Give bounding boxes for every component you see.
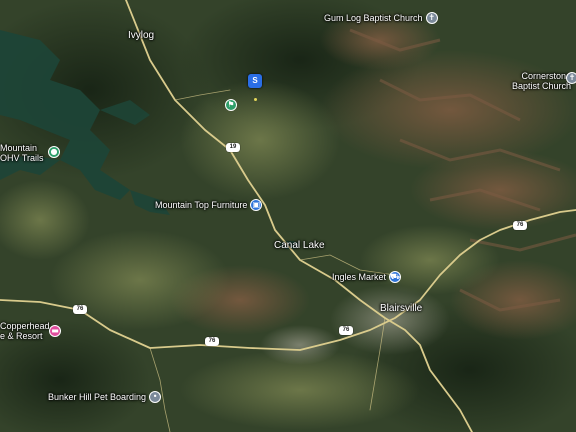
poi-label-line2: Baptist Church bbox=[512, 81, 572, 91]
place-label-ivylog[interactable]: Ivylog bbox=[128, 31, 154, 41]
park-icon[interactable]: ● bbox=[48, 146, 60, 158]
poi-label: Bunker Hill Pet Boarding bbox=[48, 392, 147, 402]
poi-label-mountain-ohv-trails[interactable]: Mountain OHV Trails bbox=[0, 143, 44, 163]
cross-icon[interactable]: ✝ bbox=[566, 72, 576, 84]
route-76-shield-mid: 76 bbox=[205, 337, 219, 346]
poi-label-line1: Mountain bbox=[0, 143, 38, 153]
poi-label: Mountain Top Furniture bbox=[155, 200, 248, 210]
map-terrain bbox=[0, 0, 576, 432]
poi-bunker-hill-pet-boarding[interactable]: Bunker Hill Pet Boarding • bbox=[48, 391, 162, 403]
place-label-blairsville[interactable]: Blairsville bbox=[380, 304, 422, 314]
satellite-map[interactable]: 19 76 76 76 76 Ivylog Canal Lake Blairsv… bbox=[0, 0, 576, 432]
selected-location-marker[interactable]: S bbox=[248, 74, 262, 88]
route-76-shield-center: 76 bbox=[339, 326, 353, 335]
place-label-canal-lake[interactable]: Canal Lake bbox=[274, 241, 325, 251]
poi-label-line2: OHV Trails bbox=[0, 153, 44, 163]
poi-label-copperhead[interactable]: Copperhead e & Resort bbox=[0, 321, 50, 341]
route-19-shield: 19 bbox=[226, 143, 240, 152]
poi-label-cornerstone[interactable]: Cornerstone Baptist Church bbox=[512, 71, 571, 91]
shopping-icon: ▣ bbox=[250, 199, 263, 211]
marker-point bbox=[254, 98, 257, 101]
poi-mountain-top-furniture[interactable]: Mountain Top Furniture ▣ bbox=[155, 199, 263, 211]
location-dot-icon: • bbox=[149, 391, 162, 403]
golf-icon[interactable]: ⚑ bbox=[225, 99, 237, 111]
poi-label-line2: e & Resort bbox=[0, 331, 43, 341]
cross-icon: ✝ bbox=[425, 12, 438, 24]
poi-label: Gum Log Baptist Church bbox=[324, 13, 423, 23]
poi-label: Ingles Market bbox=[332, 272, 387, 282]
shopping-cart-icon: ⛟ bbox=[389, 271, 402, 283]
poi-ingles-market[interactable]: Ingles Market ⛟ bbox=[332, 271, 402, 283]
route-76-shield-west: 76 bbox=[73, 305, 87, 314]
poi-gum-log-baptist-church[interactable]: Gum Log Baptist Church ✝ bbox=[324, 12, 438, 24]
poi-label-line1: Copperhead bbox=[0, 321, 50, 331]
poi-label-line1: Cornerstone bbox=[521, 71, 572, 81]
bed-icon[interactable]: ▬ bbox=[49, 325, 61, 337]
route-76-shield-east: 76 bbox=[513, 221, 527, 230]
